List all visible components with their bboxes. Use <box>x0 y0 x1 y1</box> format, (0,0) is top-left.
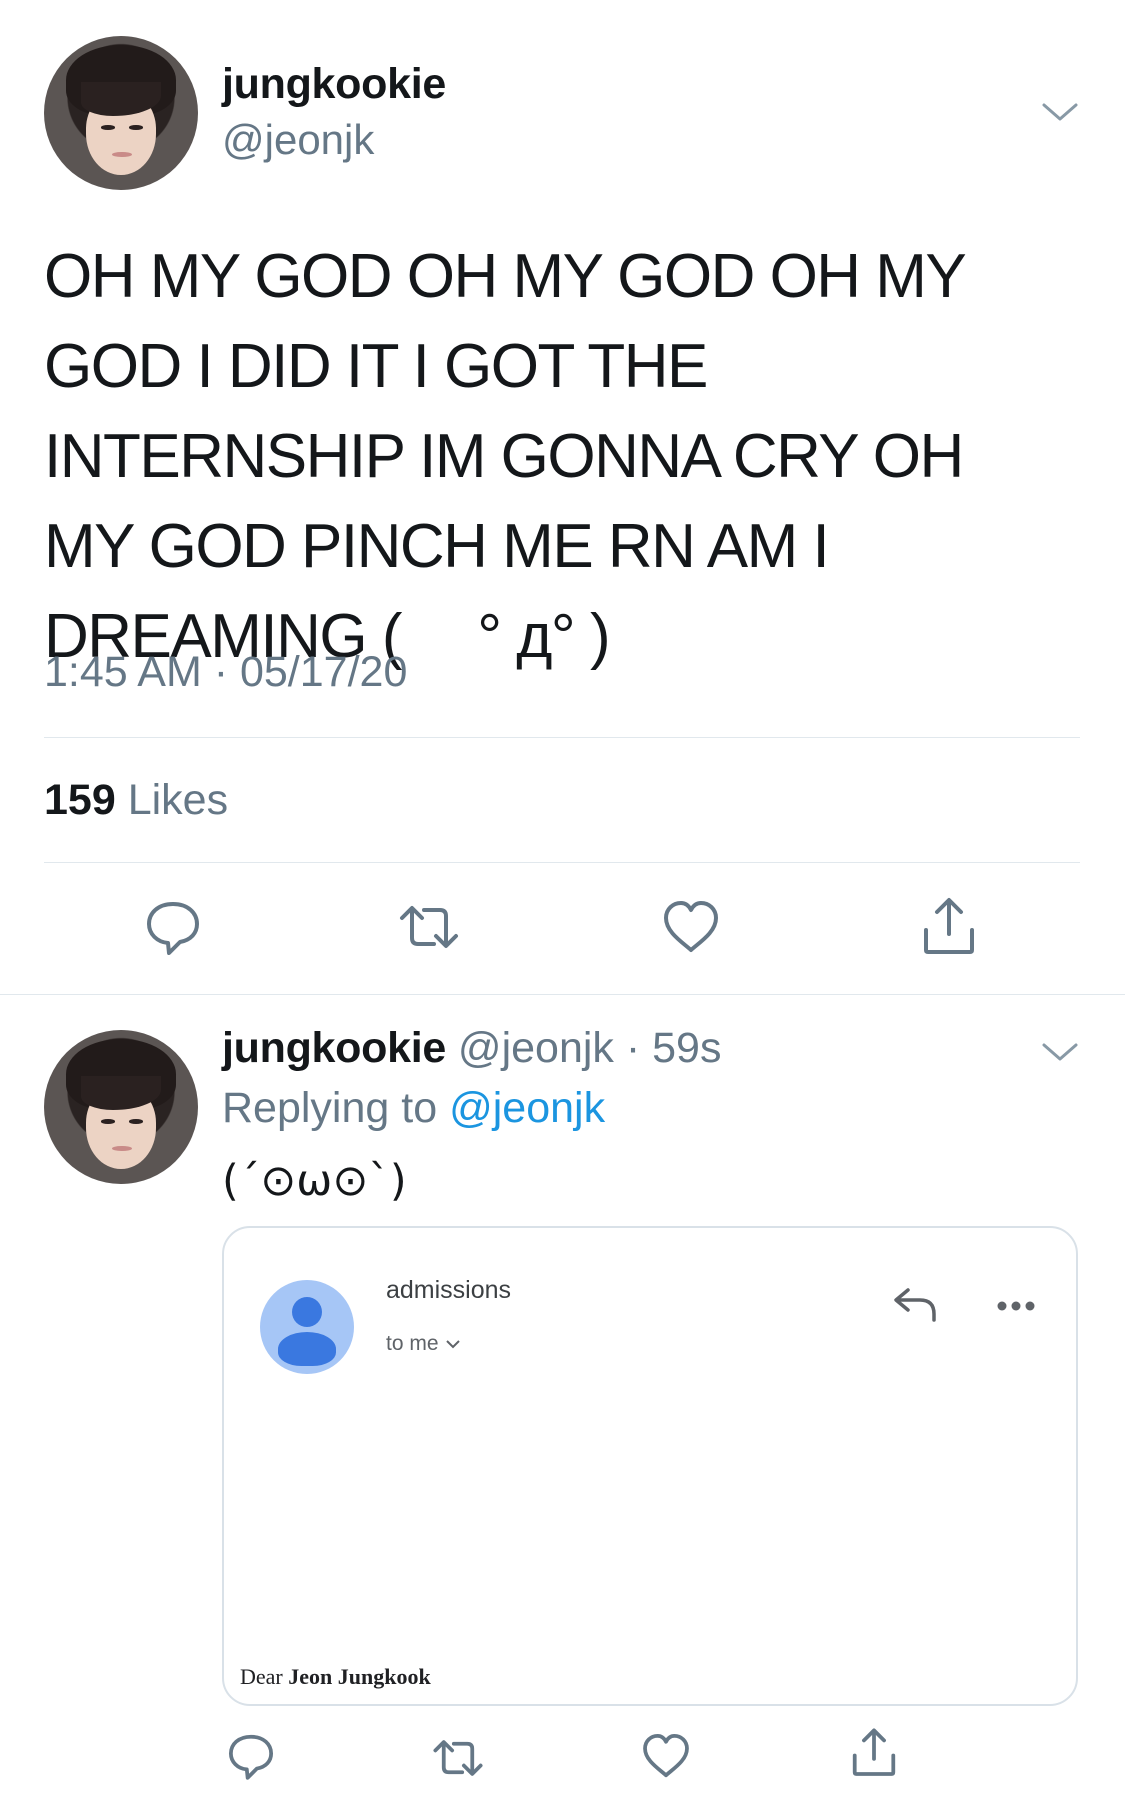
user-handle[interactable]: @jeonjk <box>222 116 374 164</box>
divider <box>44 862 1080 863</box>
share-icon[interactable] <box>848 1726 900 1780</box>
display-name[interactable]: jungkookie <box>222 60 446 109</box>
reply-text: (´⊙ω⊙`) <box>222 1156 407 1206</box>
display-name[interactable]: jungkookie <box>222 1024 446 1072</box>
retweet-icon[interactable] <box>430 1732 486 1784</box>
tweet-timestamp[interactable]: 1:45 AM · 05/17/20 <box>44 648 407 697</box>
greeting-name: Jeon Jungkook <box>288 1664 431 1689</box>
replying-to: Replying to @jeonjk <box>222 1084 605 1133</box>
like-icon[interactable] <box>660 896 722 958</box>
email-recipient: to me <box>386 1332 461 1356</box>
tweet-text: OH MY GOD OH MY GOD OH MY GOD I DID IT I… <box>44 242 966 671</box>
avatar[interactable] <box>44 36 198 190</box>
divider <box>44 737 1080 738</box>
chevron-down-icon[interactable] <box>1040 100 1080 124</box>
email-greeting: Dear Jeon Jungkook <box>240 1664 431 1690</box>
likes-count: 159 <box>44 776 116 824</box>
mention-link[interactable]: @jeonjk <box>449 1084 605 1132</box>
to-me-label: to me <box>386 1332 439 1355</box>
attached-image[interactable]: admissions to me Dear Jeon Jungkook <box>222 1226 1078 1706</box>
email-reply-icon <box>894 1288 936 1322</box>
replying-label: Replying to <box>222 1084 438 1132</box>
like-icon[interactable] <box>640 1730 692 1782</box>
greeting-word: Dear <box>240 1664 283 1689</box>
avatar[interactable] <box>44 1030 198 1184</box>
tweet-thread: jungkookie @jeonjk OH MY GOD OH MY GOD O… <box>0 0 1125 1814</box>
handle-and-time[interactable]: @jeonjk · 59s <box>458 1024 722 1072</box>
more-icon <box>997 1301 1035 1311</box>
retweet-icon[interactable] <box>398 896 460 958</box>
divider <box>0 994 1125 995</box>
reply-header: jungkookie @jeonjk · 59s <box>222 1024 721 1073</box>
likes-label: Likes <box>127 776 229 824</box>
chevron-down-icon <box>445 1340 460 1349</box>
chevron-down-icon[interactable] <box>1040 1040 1080 1064</box>
likes-stat[interactable]: 159 Likes <box>44 776 228 825</box>
reply-icon[interactable] <box>225 1730 277 1782</box>
person-icon <box>260 1280 354 1374</box>
email-sender: admissions <box>386 1276 512 1304</box>
share-icon[interactable] <box>918 896 980 958</box>
reply-icon[interactable] <box>142 896 204 958</box>
